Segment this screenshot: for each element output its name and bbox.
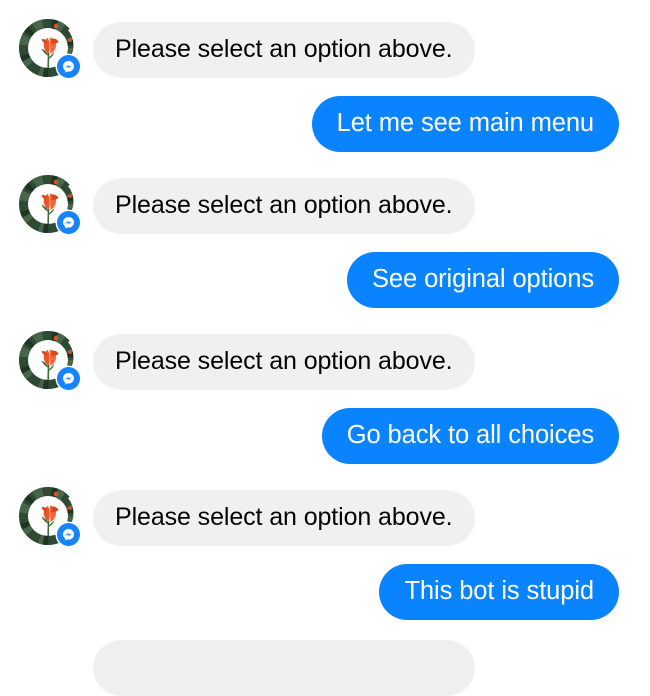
message-row-outgoing: See original options [0,252,650,308]
message-row-outgoing: Go back to all choices [0,408,650,464]
avatar[interactable] [18,330,80,390]
message-row-incoming: Please select an option above. [0,636,650,696]
message-row-incoming: Please select an option above. [0,18,650,78]
message-row-incoming: Please select an option above. [0,174,650,234]
message-row-incoming: Please select an option above. [0,330,650,390]
outgoing-message-bubble[interactable]: Let me see main menu [311,96,619,152]
messenger-badge-icon [57,211,80,234]
messenger-badge-icon [57,523,80,546]
avatar[interactable] [18,174,80,234]
message-row-incoming: Please select an option above. [0,486,650,546]
incoming-message-bubble[interactable]: Please select an option above. [93,178,475,234]
message-row-outgoing: This bot is stupid [0,564,650,620]
outgoing-message-bubble[interactable]: This bot is stupid [379,564,619,620]
message-thread[interactable]: Please select an option above. Let me se… [0,0,650,696]
outgoing-message-bubble[interactable]: Go back to all choices [321,408,619,464]
avatar[interactable] [18,18,80,78]
messenger-badge-icon [57,367,80,390]
messenger-badge-icon [57,55,80,78]
incoming-message-bubble[interactable]: Please select an option above. [93,490,475,546]
incoming-message-bubble[interactable]: Please select an option above. [93,22,475,78]
outgoing-message-bubble[interactable]: See original options [347,252,619,308]
incoming-message-bubble[interactable]: Please select an option above. [93,640,475,696]
avatar-spacer [18,636,78,696]
incoming-message-bubble[interactable]: Please select an option above. [93,334,475,390]
avatar[interactable] [18,486,80,546]
message-row-outgoing: Let me see main menu [0,96,650,152]
